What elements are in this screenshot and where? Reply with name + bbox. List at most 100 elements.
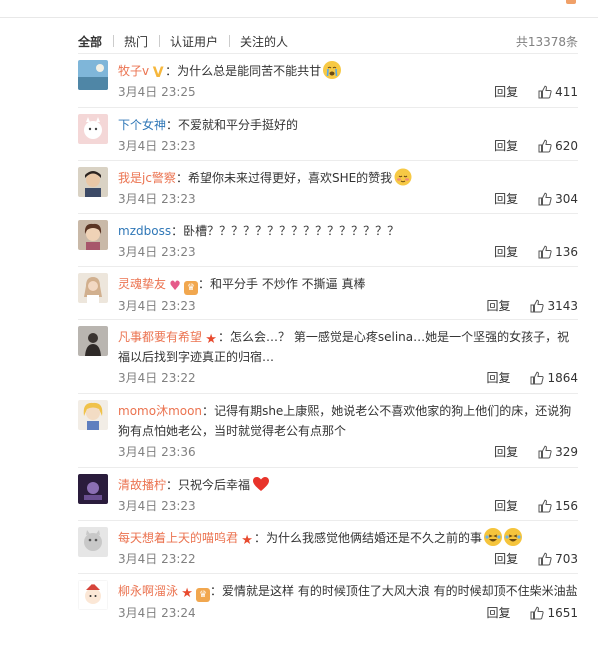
like-button[interactable]: 620 bbox=[538, 136, 578, 156]
laughing-tears-emoji-icon bbox=[484, 528, 503, 546]
thumbs-up-icon bbox=[538, 552, 552, 566]
reply-button[interactable]: 回复 bbox=[486, 296, 510, 316]
comment-text: 只祝今后幸福 bbox=[178, 478, 251, 492]
like-count: 304 bbox=[555, 192, 578, 206]
avatar[interactable] bbox=[78, 220, 108, 250]
comment-text: 卧槽？？？？？？？？？？？？？？？？ bbox=[183, 224, 400, 238]
avatar[interactable] bbox=[78, 400, 108, 430]
avatar[interactable] bbox=[78, 527, 108, 557]
comment-text: 为什么我感觉他俩结婚还是不久之前的事 bbox=[266, 531, 483, 545]
like-button[interactable]: 3143 bbox=[530, 296, 578, 316]
reply-button[interactable]: 回复 bbox=[494, 136, 518, 156]
comment-time: 3月4日 23:36 bbox=[118, 445, 196, 459]
like-count: 703 bbox=[555, 552, 578, 566]
verified-v-icon: V bbox=[152, 65, 164, 81]
comment-item: 清故播柠：只祝今后幸福 3月4日 23:23 回复 156 bbox=[78, 467, 578, 520]
avatar[interactable] bbox=[78, 273, 108, 303]
comment-username[interactable]: 柳永啊溜泳 bbox=[118, 584, 178, 598]
comment-item: mzdboss：卧槽？？？？？？？？？？？？？？？？ 3月4日 23:23 回复… bbox=[78, 213, 578, 266]
comment-text: 和平分手 不炒作 不撕逼 真棒 bbox=[210, 277, 366, 291]
like-button[interactable]: 136 bbox=[538, 242, 578, 262]
comment-item: momo沐moon：记得有期she上康熙，她说老公不喜欢他家的狗上他们的床，还说… bbox=[78, 393, 578, 467]
comment-time: 3月4日 23:23 bbox=[118, 192, 196, 206]
avatar[interactable] bbox=[78, 114, 108, 144]
comment-item: 柳永啊溜泳 ★ ♛ ：爱情就是这样 有的时候顶住了大风大浪 有的时候却顶不住柴米油盐 … bbox=[78, 573, 578, 643]
like-count: 136 bbox=[555, 245, 578, 259]
comment-username[interactable]: 每天想着上天的喵呜君 bbox=[118, 531, 238, 545]
avatar[interactable] bbox=[78, 580, 108, 610]
comment-username[interactable]: 清故播柠 bbox=[118, 478, 166, 492]
like-count: 620 bbox=[555, 139, 578, 153]
comment-username[interactable]: 我是jc警察 bbox=[118, 171, 176, 185]
comment-item: 每天想着上天的喵呜君 ★：为什么我感觉他俩结婚还是不久之前的事 3月4日 23:2… bbox=[78, 520, 578, 573]
comment-time: 3月4日 23:23 bbox=[118, 499, 196, 513]
star-icon: ★ bbox=[205, 332, 217, 347]
comment-item: 牧子v V ：为什么总是能同苦不能共甘 3月4日 23:25 回复 411 bbox=[78, 53, 578, 107]
like-count: 1651 bbox=[547, 606, 578, 620]
shy-emoji-icon bbox=[394, 168, 412, 186]
comment-time: 3月4日 23:24 bbox=[118, 606, 196, 620]
comment-time: 3月4日 23:22 bbox=[118, 552, 196, 566]
reply-button[interactable]: 回复 bbox=[494, 189, 518, 209]
like-button[interactable]: 304 bbox=[538, 189, 578, 209]
like-count: 411 bbox=[555, 85, 578, 99]
tab-verified[interactable]: 认证用户 bbox=[159, 33, 229, 50]
like-button[interactable]: 703 bbox=[538, 549, 578, 569]
comment-username[interactable]: momo沐moon bbox=[118, 404, 202, 418]
comment-item: 我是jc警察：希望你未来过得更好，喜欢SHE的赞我 3月4日 23:23 回复 … bbox=[78, 160, 578, 213]
reply-button[interactable]: 回复 bbox=[494, 442, 518, 462]
like-count: 156 bbox=[555, 499, 578, 513]
comment-text: 不爱就和平分手挺好的 bbox=[178, 118, 299, 132]
comment-item: 灵魂挚友 ♥ ♛ ：和平分手 不炒作 不撕逼 真棒 3月4日 23:23 回复 314… bbox=[78, 266, 578, 319]
filter-tabs: 全部 热门 认证用户 关注的人 共13378条 bbox=[78, 31, 578, 51]
star-icon: ★ bbox=[181, 586, 193, 601]
crying-emoji-icon bbox=[323, 61, 342, 79]
comment-list: 牧子v V ：为什么总是能同苦不能共甘 3月4日 23:25 回复 411 下个女神… bbox=[78, 53, 578, 643]
comment-item: 凡事都要有希望 ★：怎么会…？ 第一感觉是心疼selina…她是一个坚强的女孩子，… bbox=[78, 319, 578, 393]
like-button[interactable]: 1651 bbox=[530, 603, 578, 623]
tab-following[interactable]: 关注的人 bbox=[229, 33, 299, 50]
avatar[interactable] bbox=[78, 326, 108, 356]
tab-hot[interactable]: 热门 bbox=[113, 33, 159, 50]
reply-button[interactable]: 回复 bbox=[494, 242, 518, 262]
like-button[interactable]: 156 bbox=[538, 496, 578, 516]
thumbs-up-icon bbox=[530, 606, 545, 620]
comment-username[interactable]: 灵魂挚友 bbox=[118, 277, 166, 291]
thumbs-up-icon bbox=[538, 245, 552, 259]
thumbs-up-icon bbox=[530, 371, 545, 385]
like-count: 329 bbox=[555, 445, 578, 459]
avatar[interactable] bbox=[78, 60, 108, 90]
like-count: 3143 bbox=[547, 299, 578, 313]
comment-username[interactable]: 凡事都要有希望 bbox=[118, 330, 202, 344]
comment-text: 为什么总是能同苦不能共甘 bbox=[177, 64, 322, 78]
reply-button[interactable]: 回复 bbox=[486, 368, 510, 388]
laughing-tears-emoji-icon bbox=[504, 528, 523, 546]
reply-button[interactable]: 回复 bbox=[486, 603, 510, 623]
thumbs-up-icon bbox=[538, 192, 552, 206]
reply-button[interactable]: 回复 bbox=[494, 549, 518, 569]
like-button[interactable]: 329 bbox=[538, 442, 578, 462]
comment-time: 3月4日 23:23 bbox=[118, 139, 196, 153]
reply-button[interactable]: 回复 bbox=[494, 496, 518, 516]
avatar[interactable] bbox=[78, 474, 108, 504]
total-count: 共13378条 bbox=[515, 34, 578, 49]
thumbs-up-icon bbox=[538, 85, 552, 99]
comment-username[interactable]: 牧子v bbox=[118, 64, 149, 78]
comment-username[interactable]: mzdboss bbox=[118, 224, 171, 238]
like-button[interactable]: 1864 bbox=[530, 368, 578, 388]
heart-emoji-icon bbox=[252, 475, 270, 493]
comment-username[interactable]: 下个女神 bbox=[118, 118, 166, 132]
comment-text: 爱情就是这样 有的时候顶住了大风大浪 有的时候却顶不住柴米油盐 bbox=[222, 584, 578, 598]
like-button[interactable]: 411 bbox=[538, 82, 578, 102]
reply-button[interactable]: 回复 bbox=[494, 82, 518, 102]
star-icon: ★ bbox=[241, 533, 253, 548]
thumbs-up-icon bbox=[538, 139, 552, 153]
avatar[interactable] bbox=[78, 167, 108, 197]
thumbs-up-icon bbox=[538, 445, 552, 459]
comment-time: 3月4日 23:23 bbox=[118, 299, 196, 313]
comment-time: 3月4日 23:23 bbox=[118, 245, 196, 259]
top-accent bbox=[566, 0, 576, 4]
comment-text: 希望你未来过得更好，喜欢SHE的赞我 bbox=[187, 171, 393, 185]
thumbs-up-icon bbox=[538, 499, 552, 513]
tab-all[interactable]: 全部 bbox=[78, 33, 113, 50]
